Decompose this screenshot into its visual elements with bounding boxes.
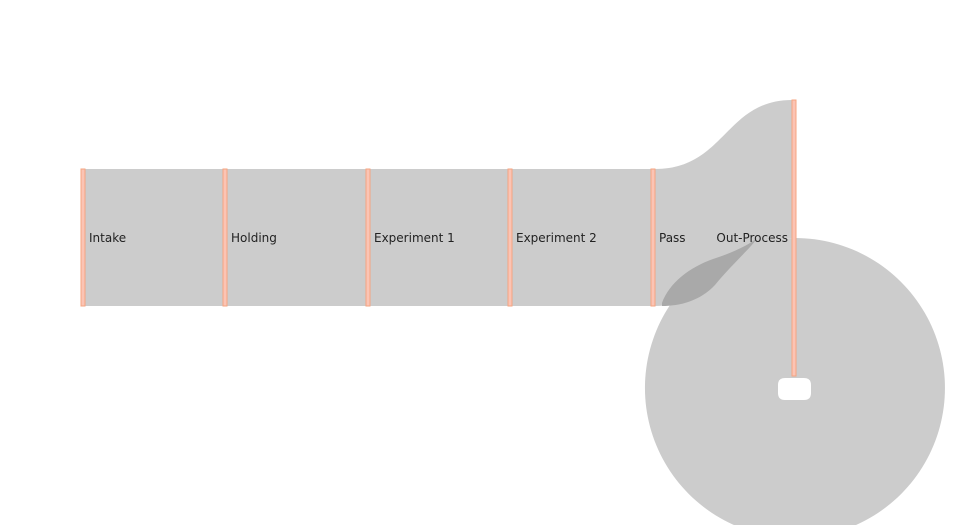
label-out-process: Out-Process: [716, 231, 788, 245]
label-experiment-1: Experiment 1: [374, 231, 455, 245]
sankey-chart: Intake Holding Experiment 1 Experiment 2…: [80, 99, 945, 525]
label-pass: Pass: [659, 231, 686, 245]
node-pass[interactable]: [650, 168, 656, 307]
label-experiment-2: Experiment 2: [516, 231, 597, 245]
node-intake[interactable]: [80, 168, 86, 307]
node-out-process[interactable]: [791, 99, 797, 377]
node-experiment-2[interactable]: [507, 168, 513, 307]
label-intake: Intake: [89, 231, 126, 245]
label-holding: Holding: [231, 231, 277, 245]
node-holding[interactable]: [222, 168, 228, 307]
node-experiment-1[interactable]: [365, 168, 371, 307]
links-group: [84, 100, 945, 525]
